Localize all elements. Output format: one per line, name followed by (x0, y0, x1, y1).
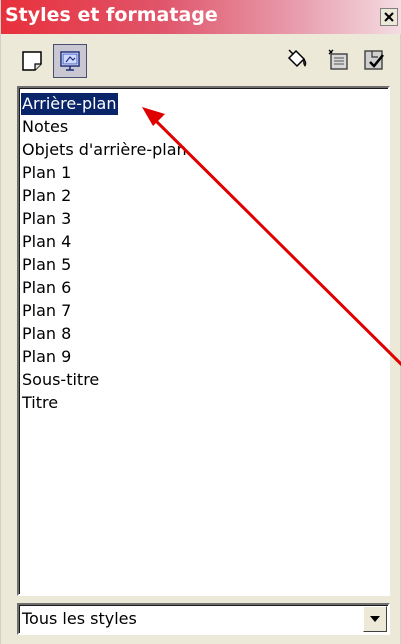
list-item[interactable]: Plan 3 (21, 208, 72, 230)
dropdown-toggle-button[interactable] (363, 606, 387, 632)
window-title: Styles et formatage (5, 4, 218, 26)
update-style-icon (364, 50, 384, 70)
list-item[interactable]: Plan 2 (21, 185, 72, 207)
list-item[interactable]: Plan 1 (21, 162, 72, 184)
list-item[interactable]: Plan 5 (21, 254, 72, 276)
list-item[interactable]: Plan 4 (21, 231, 72, 253)
new-style-from-selection-button[interactable] (321, 42, 355, 76)
title-bar[interactable]: Styles et formatage (1, 0, 401, 34)
list-item[interactable]: Titre (21, 392, 59, 414)
list-item[interactable]: Plan 9 (21, 346, 72, 368)
list-item[interactable]: Plan 8 (21, 323, 72, 345)
close-icon (384, 12, 394, 22)
styles-formatting-window: Styles et formatage Arrière-plan Notes O… (0, 0, 401, 644)
list-item[interactable]: Sous-titre (21, 369, 100, 391)
style-filter-value: Tous les styles (22, 609, 137, 628)
rectangle-style-icon (22, 51, 42, 71)
chevron-down-icon (370, 616, 380, 622)
list-item[interactable]: Objets d'arrière-plan (21, 139, 188, 161)
new-style-from-selection-icon (328, 49, 348, 70)
list-item[interactable]: Plan 7 (21, 300, 72, 322)
update-style-button[interactable] (357, 42, 391, 76)
style-filter-dropdown[interactable]: Tous les styles (17, 603, 390, 635)
close-button[interactable] (380, 8, 398, 26)
list-item[interactable]: Arrière-plan (20, 92, 119, 116)
list-item[interactable]: Notes (21, 116, 69, 138)
fill-format-mode-button[interactable] (280, 42, 314, 76)
graphic-styles-button[interactable] (15, 44, 49, 78)
styles-list[interactable]: Arrière-plan Notes Objets d'arrière-plan… (17, 86, 390, 596)
paint-bucket-icon (287, 49, 307, 68)
list-item[interactable]: Plan 6 (21, 277, 72, 299)
toolbar (1, 34, 401, 84)
presentation-style-icon (60, 51, 80, 71)
presentation-styles-button[interactable] (53, 44, 87, 78)
